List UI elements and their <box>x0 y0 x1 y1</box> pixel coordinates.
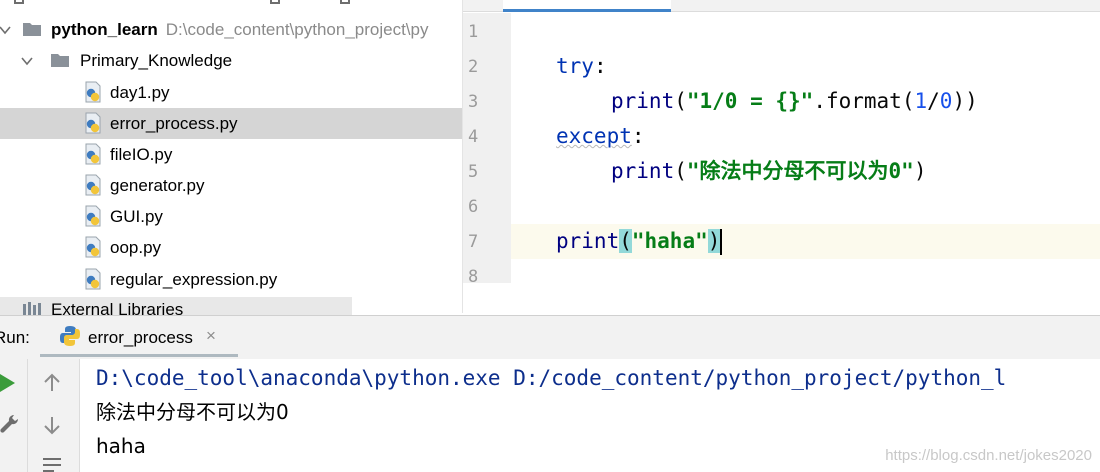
library-icon <box>23 302 41 315</box>
file-name: GUI.py <box>110 206 163 226</box>
project-name: python_learn <box>51 19 158 39</box>
tree-file-row[interactable]: regular_expression.py <box>0 264 462 295</box>
builtin-print: print <box>611 89 675 113</box>
arrow-up-icon[interactable] <box>43 373 61 393</box>
python-file-icon <box>85 236 101 258</box>
keyword-try: try <box>556 54 594 78</box>
string-literal: "1/0 = {}" <box>686 89 814 113</box>
code-line-7: print("haha") <box>556 224 723 259</box>
editor-tab-active[interactable] <box>503 0 671 12</box>
file-name: generator.py <box>110 175 205 195</box>
run-tab-name: error_process <box>88 328 193 347</box>
tree-root-row[interactable]: python_learn D:\code_content\python_proje… <box>0 14 462 45</box>
console-line-output: haha <box>96 434 146 458</box>
string-literal: "haha" <box>631 229 708 253</box>
code-editor[interactable]: 1 2 3 4 5 6 7 8 try: print("1/0 = {}".fo… <box>463 0 1100 283</box>
soft-wrap-icon[interactable] <box>42 457 62 472</box>
line-number: 7 <box>468 232 479 252</box>
code-line-2: try: <box>556 49 607 84</box>
punct: )) <box>952 89 978 113</box>
code-line-3: print("1/0 = {}".format(1/0)) <box>611 84 978 119</box>
console-line-output: 除法中分母不可以为0 <box>96 400 289 424</box>
external-libraries-label: External Libraries <box>51 300 184 315</box>
python-file-icon <box>85 143 101 165</box>
operator: / <box>927 89 940 113</box>
arrow-down-icon[interactable] <box>43 415 61 435</box>
file-name: regular_expression.py <box>110 269 278 289</box>
matched-paren-close: ) <box>707 229 721 253</box>
punct: : <box>631 124 645 148</box>
tree-file-row[interactable]: oop.py <box>0 232 462 263</box>
folder-icon <box>51 54 69 67</box>
string-literal: "除法中分母不可以为0" <box>686 159 914 183</box>
folder-name: Primary_Knowledge <box>80 50 233 70</box>
python-file-icon <box>85 174 101 196</box>
file-name: day1.py <box>110 82 170 102</box>
keyword-except: except <box>556 124 632 148</box>
number-literal: 1 <box>914 89 928 113</box>
code-line-5: print("除法中分母不可以为0") <box>611 154 926 189</box>
punct: ( <box>674 159 687 183</box>
matched-paren-open: ( <box>619 229 632 253</box>
line-number: 4 <box>468 127 479 147</box>
run-label: Run: <box>0 328 30 347</box>
project-path: D:\code_content\python_project\py <box>165 19 429 39</box>
rerun-play-icon[interactable] <box>0 373 16 393</box>
project-tool-window: python_learn D:\code_content\python_proje… <box>0 0 463 313</box>
folder-icon <box>23 23 41 36</box>
watermark-text: https://blog.csdn.net/jokes2020 <box>885 447 1092 464</box>
python-icon <box>60 326 80 346</box>
line-number: 8 <box>468 267 479 283</box>
python-file-icon <box>85 81 101 103</box>
file-name: error_process.py <box>110 113 238 133</box>
line-number: 3 <box>468 92 479 112</box>
line-number: 5 <box>468 162 479 182</box>
chevron-down-icon[interactable] <box>0 23 12 37</box>
tree-folder-row[interactable]: Primary_Knowledge <box>0 45 462 76</box>
file-name: fileIO.py <box>110 144 173 164</box>
punct: ) <box>913 159 927 183</box>
code-line-4: except: <box>556 119 645 154</box>
python-file-icon <box>85 112 101 134</box>
python-file-icon <box>85 268 101 290</box>
console-line-command: D:\code_tool\anaconda\python.exe D:/code… <box>96 366 1007 390</box>
text-caret <box>720 229 723 255</box>
number-literal: 0 <box>939 89 953 113</box>
tree-file-row[interactable]: day1.py <box>0 77 462 108</box>
method-call: .format( <box>813 89 915 113</box>
tree-file-row[interactable]: fileIO.py <box>0 139 462 170</box>
run-toolbar-secondary <box>28 359 80 472</box>
tree-file-row[interactable]: generator.py <box>0 170 462 201</box>
toolbar-cut-off <box>0 0 462 8</box>
builtin-print: print <box>611 159 675 183</box>
run-config-tab[interactable]: error_process × <box>40 316 238 357</box>
run-toolbar-primary <box>0 359 28 472</box>
chevron-down-icon[interactable] <box>20 54 34 68</box>
editor-tab-strip <box>463 0 1100 12</box>
tree-file-row[interactable]: GUI.py <box>0 201 462 232</box>
python-file-icon <box>85 205 101 227</box>
builtin-print: print <box>556 229 620 253</box>
line-number: 2 <box>468 57 479 77</box>
close-icon[interactable]: × <box>206 326 216 346</box>
line-number: 6 <box>468 197 479 217</box>
file-name: oop.py <box>110 237 162 257</box>
run-tool-window-header: Run: error_process × <box>0 315 1100 359</box>
punct: : <box>593 54 607 78</box>
wrench-icon[interactable] <box>0 413 20 435</box>
line-number: 1 <box>468 22 479 42</box>
external-libraries-row[interactable]: External Libraries <box>0 297 352 315</box>
tree-file-row-selected[interactable]: error_process.py <box>0 108 462 139</box>
punct: ( <box>674 89 687 113</box>
